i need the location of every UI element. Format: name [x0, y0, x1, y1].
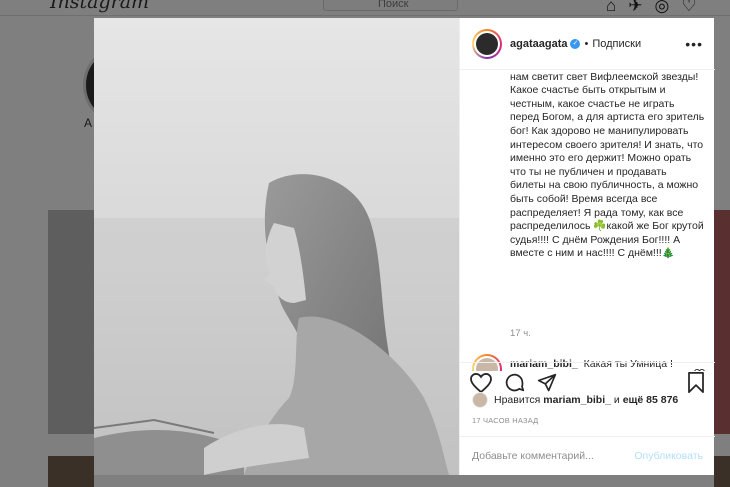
likes-summary: Нравится mariam_bibi_ и ещё 85 876	[472, 392, 678, 408]
bookmark-icon[interactable]	[687, 372, 705, 393]
likes-prefix: Нравится	[494, 394, 541, 406]
instagram-logo[interactable]: Instagram	[50, 0, 149, 13]
separator-dot: •	[584, 37, 589, 50]
profile-name-fragment: А	[84, 116, 93, 130]
following-button[interactable]: Подписки	[592, 38, 641, 50]
share-icon[interactable]	[537, 373, 557, 393]
comment-icon[interactable]	[504, 372, 525, 393]
post-header: agataagata ✓ • Подписки •••	[460, 18, 715, 70]
liker-avatar[interactable]	[472, 392, 488, 408]
author-username[interactable]: agataagata	[510, 38, 567, 50]
verified-badge-icon: ✓	[570, 38, 581, 49]
post-modal: agataagata ✓ • Подписки ••• преданных с …	[94, 18, 715, 475]
grid-tile[interactable]	[714, 456, 730, 487]
more-icon[interactable]: •••	[685, 36, 703, 52]
grid-tile[interactable]	[48, 456, 94, 487]
post-sidebar: agataagata ✓ • Подписки ••• преданных с …	[459, 18, 715, 475]
photo-image	[94, 18, 459, 475]
publish-button[interactable]: Опубликовать	[634, 450, 703, 462]
heart-icon[interactable]	[470, 372, 492, 393]
add-comment-bar: Опубликовать	[460, 436, 715, 475]
likes-and: и	[613, 394, 620, 406]
top-navbar: Instagram Поиск ⌂✈◎♡	[0, 0, 730, 16]
comment-input[interactable]	[472, 450, 635, 462]
nav-icons[interactable]: ⌂✈◎♡	[606, 0, 709, 15]
grid-tile[interactable]	[714, 210, 730, 434]
post-photo[interactable]	[94, 18, 459, 475]
author-avatar[interactable]	[472, 28, 502, 59]
liker-username[interactable]: mariam_bibi_	[543, 394, 611, 406]
caption-section: преданных с Рождеством, ибо только нам с…	[460, 71, 715, 371]
grid-tile[interactable]	[48, 210, 94, 434]
search-input[interactable]: Поиск	[323, 0, 458, 11]
caption-time: 17 ч.	[510, 328, 531, 339]
post-timestamp[interactable]: 17 ЧАСОВ НАЗАД	[472, 416, 538, 425]
post-caption: преданных с Рождеством, ибо только нам с…	[510, 71, 705, 260]
likes-count[interactable]: ещё 85 876	[623, 394, 679, 406]
